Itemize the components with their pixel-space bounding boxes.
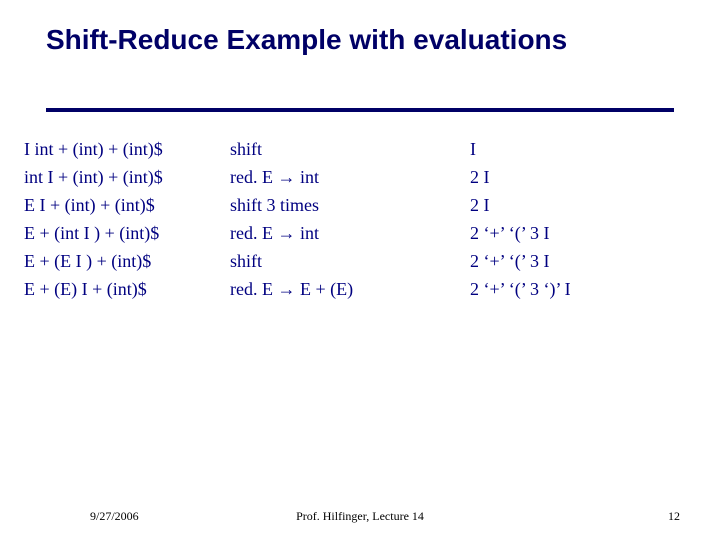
action-rhs: E + (E) <box>295 279 353 299</box>
table-row: E + (E) I + (int)$ red. E → E + (E) 2 ‘+… <box>24 276 696 302</box>
table-row: int I + (int) + (int)$ red. E → int 2 I <box>24 164 696 190</box>
footer-page: 12 <box>668 509 680 524</box>
stack-cell: int I + (int) + (int)$ <box>24 164 230 190</box>
stack-cell: E I + (int) + (int)$ <box>24 192 230 218</box>
action-rhs: int <box>295 167 319 187</box>
footer: 9/27/2006 Prof. Hilfinger, Lecture 14 12 <box>0 509 720 524</box>
eval-cell: 2 ‘+’ ‘(’ 3 I <box>470 220 696 246</box>
arrow-icon: → <box>277 279 295 299</box>
footer-date: 9/27/2006 <box>90 509 139 524</box>
table-row: E + (E I ) + (int)$ shift 2 ‘+’ ‘(’ 3 I <box>24 248 696 274</box>
stack-cell: E + (E I ) + (int)$ <box>24 248 230 274</box>
stack-cell: E + (E) I + (int)$ <box>24 276 230 302</box>
action-text: red. E <box>230 279 277 299</box>
eval-cell: I <box>470 136 696 162</box>
eval-cell: 2 ‘+’ ‘(’ 3 I <box>470 248 696 274</box>
action-cell: shift <box>230 248 470 274</box>
action-text: red. E <box>230 167 277 187</box>
slide: Shift-Reduce Example with evaluations I … <box>0 0 720 540</box>
action-cell: shift 3 times <box>230 192 470 218</box>
table-row: E I + (int) + (int)$ shift 3 times 2 I <box>24 192 696 218</box>
stack-cell: E + (int I ) + (int)$ <box>24 220 230 246</box>
action-text: shift <box>230 251 262 271</box>
action-text: shift <box>230 139 262 159</box>
action-cell: shift <box>230 136 470 162</box>
action-cell: red. E → E + (E) <box>230 276 470 302</box>
title-rule <box>46 108 674 112</box>
table-row: I int + (int) + (int)$ shift I <box>24 136 696 162</box>
table-row: E + (int I ) + (int)$ red. E → int 2 ‘+’… <box>24 220 696 246</box>
stack-cell: I int + (int) + (int)$ <box>24 136 230 162</box>
action-rhs: int <box>295 223 319 243</box>
content-table: I int + (int) + (int)$ shift I int I + (… <box>24 136 696 304</box>
eval-cell: 2 I <box>470 192 696 218</box>
action-text: shift 3 times <box>230 195 319 215</box>
arrow-icon: → <box>277 167 295 187</box>
arrow-icon: → <box>277 223 295 243</box>
eval-cell: 2 ‘+’ ‘(’ 3 ‘)’ I <box>470 276 696 302</box>
action-cell: red. E → int <box>230 164 470 190</box>
eval-cell: 2 I <box>470 164 696 190</box>
action-cell: red. E → int <box>230 220 470 246</box>
action-text: red. E <box>230 223 277 243</box>
page-title: Shift-Reduce Example with evaluations <box>46 24 567 56</box>
